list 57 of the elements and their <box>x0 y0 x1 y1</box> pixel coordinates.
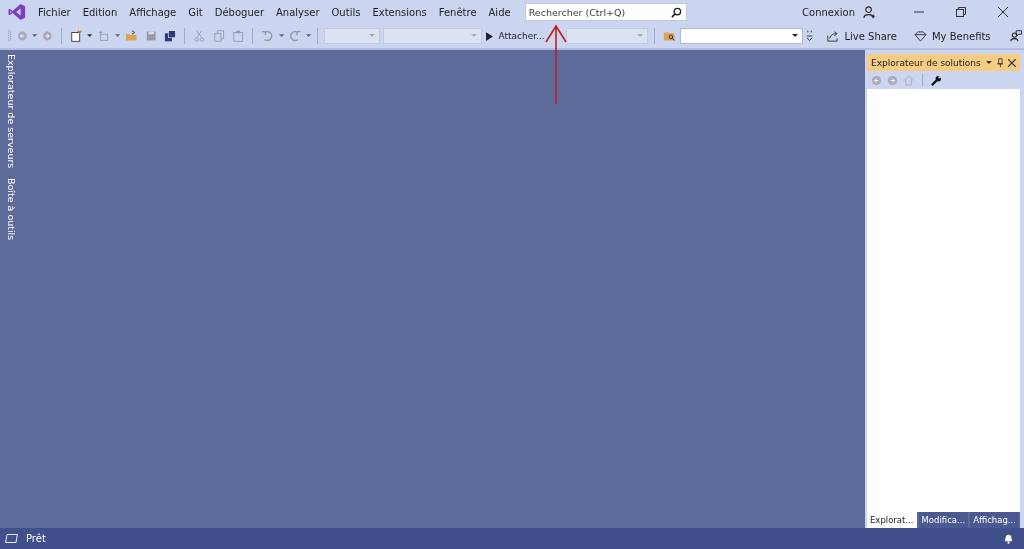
close-icon[interactable] <box>1008 58 1016 67</box>
attach-button[interactable]: Attacher... <box>485 31 546 41</box>
grip-icon <box>8 28 12 44</box>
caret-icon <box>792 34 799 38</box>
panel-title: Explorateur de solutions <box>871 57 981 68</box>
panel-tab[interactable]: Modifica... <box>918 512 969 528</box>
live-share-button[interactable]: Live Share <box>822 29 901 43</box>
menu-item[interactable]: Aide <box>482 6 517 18</box>
wrench-icon[interactable] <box>931 74 942 86</box>
menu-item[interactable]: Déboguer <box>208 6 270 18</box>
side-tab[interactable]: Explorateur de serveurs <box>5 54 17 169</box>
menu-item[interactable]: Fichier <box>32 6 77 18</box>
panel-tab[interactable]: Explorat... <box>867 512 917 528</box>
caret-icon[interactable] <box>278 34 284 38</box>
sign-in-link[interactable]: Connexion <box>796 6 861 18</box>
feedback-icon[interactable] <box>1009 29 1022 43</box>
menu-item[interactable]: Git <box>182 6 209 18</box>
find-in-files-icon[interactable] <box>662 29 675 43</box>
status-text: Prêt <box>26 533 46 544</box>
share-icon <box>826 29 840 43</box>
save-icon[interactable] <box>144 29 157 43</box>
bell-icon[interactable] <box>1003 533 1014 544</box>
caret-icon[interactable] <box>985 60 992 65</box>
search-icon <box>670 7 682 18</box>
benefits-button[interactable]: My Benefits <box>909 30 995 42</box>
menu-item[interactable]: Edition <box>76 6 124 18</box>
caret-icon[interactable] <box>32 34 38 38</box>
paste-icon[interactable] <box>231 29 245 43</box>
caret-icon[interactable] <box>87 34 93 38</box>
caret-icon <box>636 34 643 38</box>
menu-item[interactable]: Fenêtre <box>432 6 483 18</box>
panel-tab[interactable]: Affichag... <box>970 512 1019 528</box>
forward-icon[interactable] <box>887 74 898 86</box>
play-icon <box>486 31 494 41</box>
search-field[interactable]: Rechercher (Ctrl+Q) <box>524 3 687 21</box>
caret-icon <box>368 34 375 38</box>
caret-icon[interactable] <box>306 34 312 38</box>
restore-icon[interactable] <box>956 7 966 17</box>
output-window-icon[interactable] <box>5 534 18 543</box>
caret-icon <box>471 34 478 38</box>
undo-icon[interactable] <box>261 29 274 43</box>
logo-icon <box>8 3 26 21</box>
menu-item[interactable]: Extensions <box>366 6 433 18</box>
new-project-icon[interactable] <box>69 29 83 43</box>
side-tab[interactable]: Boîte à outils <box>5 178 17 241</box>
close-icon[interactable] <box>998 7 1008 17</box>
folder-icon[interactable] <box>125 29 138 43</box>
pin-icon[interactable] <box>996 57 1004 68</box>
person-add-icon[interactable] <box>863 5 876 19</box>
overflow-icon[interactable] <box>806 29 814 43</box>
save-all-icon[interactable] <box>163 29 177 43</box>
diamond-icon <box>913 30 927 42</box>
back-icon[interactable] <box>871 74 882 86</box>
menu-item[interactable]: Outils <box>325 6 367 18</box>
redo-icon[interactable] <box>288 29 302 43</box>
menu-item[interactable]: Affichage <box>123 6 183 18</box>
menu-item[interactable]: Analyser <box>270 6 326 18</box>
